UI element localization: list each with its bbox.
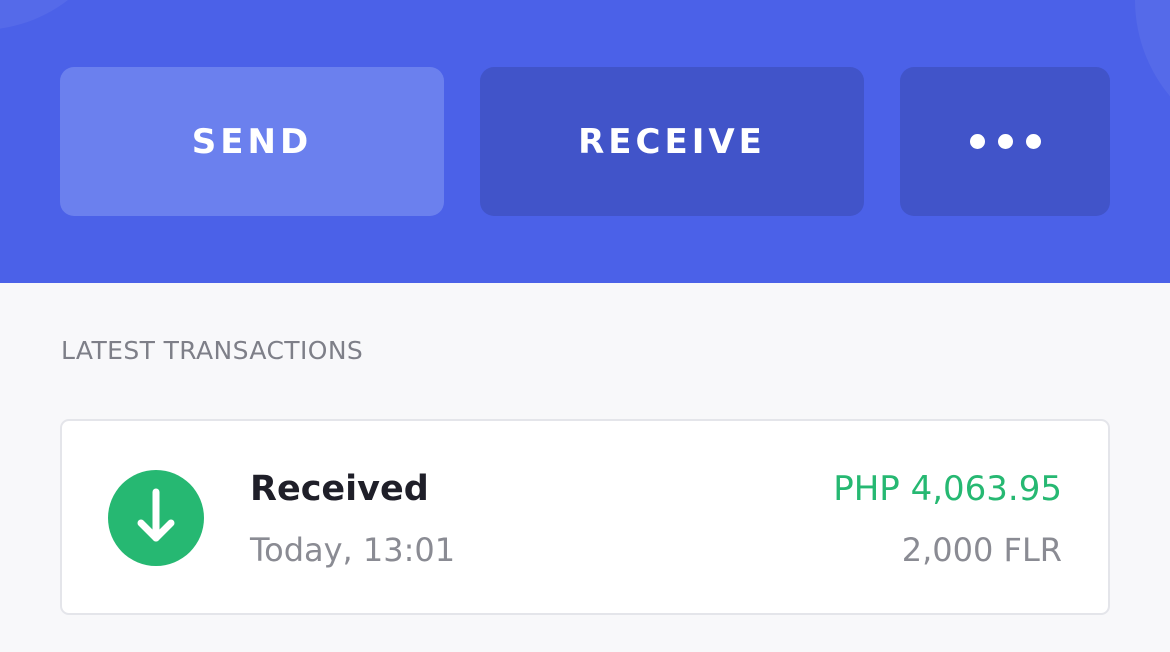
- transaction-crypto-amount: 2,000 FLR: [901, 531, 1062, 569]
- decorative-circle: [1135, 0, 1170, 150]
- more-dots-icon: [969, 134, 985, 149]
- more-dots-icon: [997, 134, 1013, 149]
- send-button-label: SEND: [191, 121, 313, 162]
- receive-button-label: RECEIVE: [578, 121, 766, 162]
- send-button[interactable]: SEND: [60, 67, 444, 216]
- transaction-time: Today, 13:01: [250, 531, 456, 569]
- receive-button[interactable]: RECEIVE: [480, 67, 864, 216]
- more-options-button[interactable]: [900, 67, 1110, 216]
- transaction-row[interactable]: Received Today, 13:01 PHP 4,063.95 2,000…: [60, 419, 1110, 615]
- transaction-type: Received: [250, 469, 429, 509]
- decorative-circle: [0, 0, 120, 30]
- transaction-fiat-amount: PHP 4,063.95: [833, 469, 1062, 509]
- wallet-header: SEND RECEIVE: [0, 0, 1170, 283]
- latest-transactions-heading: LATEST TRANSACTIONS: [61, 336, 364, 365]
- more-dots-icon: [1025, 134, 1041, 149]
- arrow-down-icon: [108, 470, 204, 566]
